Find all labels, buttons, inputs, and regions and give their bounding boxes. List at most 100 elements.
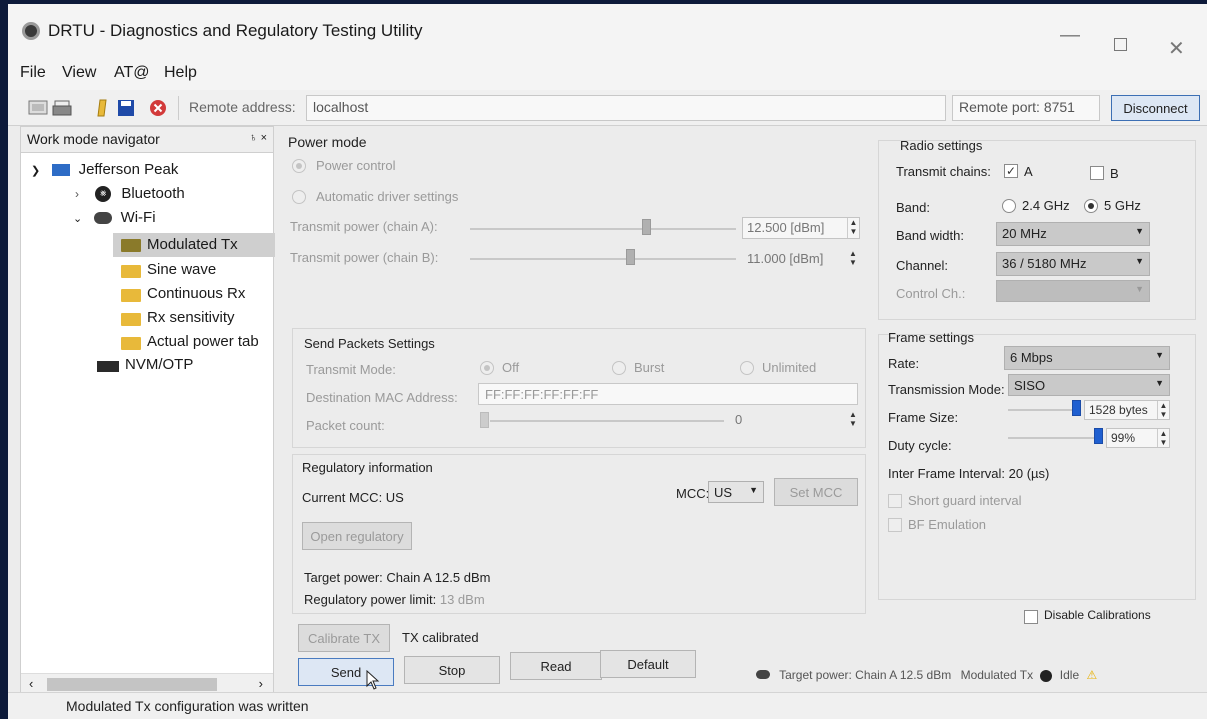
chain-b-checkbox[interactable] (1090, 166, 1104, 180)
maximize-button[interactable] (1114, 38, 1127, 51)
open-folder-icon[interactable] (92, 98, 112, 118)
print-icon[interactable] (52, 98, 72, 118)
chain-b-label: B (1110, 166, 1119, 181)
tree-item-continuous-rx[interactable]: Continuous Rx (147, 285, 245, 302)
band-24-radio[interactable] (1002, 199, 1016, 213)
mcc-select[interactable]: US ▼ (708, 481, 764, 503)
duty-cycle-slider-thumb[interactable] (1094, 428, 1103, 444)
tree-item-sine-wave[interactable]: Sine wave (147, 261, 216, 278)
chain-b-power-label: Transmit power (chain B): (290, 250, 439, 265)
chain-a-checkbox[interactable]: ✓ (1004, 164, 1018, 178)
minimize-button[interactable]: — (1060, 24, 1080, 47)
dest-mac-input[interactable]: FF:FF:FF:FF:FF:FF (478, 383, 858, 405)
band-5-radio[interactable] (1084, 199, 1098, 213)
stop-icon[interactable] (148, 98, 168, 118)
tree-item-actual-power-table[interactable]: Actual power tab (147, 333, 273, 350)
chain-a-power-spinbox[interactable]: 12.500 [dBm] ▲ ▼ (742, 217, 860, 239)
chain-b-slider-thumb[interactable] (626, 249, 635, 265)
default-button[interactable]: Default (600, 650, 696, 678)
save-icon[interactable] (116, 98, 136, 118)
frame-size-slider-thumb[interactable] (1072, 400, 1081, 416)
band-24-label: 2.4 GHz (1022, 198, 1070, 213)
chevron-right-icon[interactable]: › (75, 187, 79, 201)
chain-a-slider-thumb[interactable] (642, 219, 651, 235)
spin-arrows-icon[interactable]: ▲ ▼ (847, 410, 859, 430)
bandwidth-label: Band width: (896, 228, 964, 243)
transmission-mode-value: SISO (1014, 378, 1046, 393)
remote-port-label: Remote port: (959, 99, 1040, 115)
bf-emulation-checkbox[interactable] (888, 518, 902, 532)
frame-size-spinbox[interactable]: 1528 bytes ▲ ▼ (1084, 400, 1170, 420)
menu-at[interactable]: AT@ (114, 64, 150, 82)
chevron-down-icon: ▼ (1135, 226, 1144, 236)
chevron-down-icon[interactable]: ❯ (31, 165, 40, 177)
console-icon[interactable] (28, 98, 48, 118)
remote-port-field[interactable]: Remote port: 8751 (952, 95, 1100, 121)
mode-unlimited-radio[interactable] (740, 361, 754, 375)
bluetooth-icon (1040, 669, 1053, 682)
spin-arrows-icon[interactable]: ▲ ▼ (847, 218, 859, 238)
navigator-title: Work mode navigator (27, 131, 160, 147)
chevron-down-icon: ▼ (1135, 256, 1144, 266)
short-guard-checkbox[interactable] (888, 494, 902, 508)
mouse-cursor-icon (366, 669, 380, 693)
tree-item-bluetooth[interactable]: › ⨳ Bluetooth (75, 185, 185, 203)
disable-calibrations-checkbox[interactable] (1024, 610, 1038, 624)
status-mode: Modulated Tx (960, 668, 1034, 682)
chevron-down-icon[interactable]: ⌄ (73, 213, 82, 225)
scrollbar-thumb[interactable] (47, 678, 217, 691)
tree-item-modulated-tx[interactable]: Modulated Tx (113, 233, 275, 257)
packet-count-slider-thumb[interactable] (480, 412, 489, 428)
navigator-pin-close-icon[interactable]: ♄ × (249, 132, 267, 144)
packet-count-slider-track[interactable] (490, 420, 724, 422)
band-5-label: 5 GHz (1104, 198, 1141, 213)
navigator-header: Work mode navigator ♄ × (21, 127, 273, 153)
power-control-radio[interactable] (292, 159, 306, 173)
dest-mac-label: Destination MAC Address: (306, 390, 458, 405)
rate-select[interactable]: 6 Mbps ▼ (1004, 346, 1170, 370)
tree-item-wifi[interactable]: ⌄ Wi-Fi (73, 209, 156, 226)
stop-button[interactable]: Stop (404, 656, 500, 684)
tree-item-rx-sensitivity[interactable]: Rx sensitivity (147, 309, 235, 326)
calibrate-tx-button[interactable]: Calibrate TX (298, 624, 390, 652)
status-info: Target power: Chain A 12.5 dBm Modulated… (756, 668, 1097, 682)
transmit-chains-label: Transmit chains: (896, 164, 991, 179)
app-window: DRTU - Diagnostics and Regulatory Testin… (8, 4, 1207, 719)
spin-arrows-icon[interactable]: ▲ ▼ (847, 249, 859, 269)
channel-select[interactable]: 36 / 5180 MHz ▼ (996, 252, 1150, 276)
device-icon (52, 164, 71, 177)
tree-item-jefferson-peak[interactable]: ❯ Jefferson Peak (31, 161, 178, 178)
packet-count-spinbox[interactable]: 0 ▲ ▼ (730, 409, 860, 431)
menu-view[interactable]: View (62, 64, 96, 82)
close-button[interactable]: ✕ (1168, 36, 1185, 61)
mode-burst-radio[interactable] (612, 361, 626, 375)
frame-size-slider-track[interactable] (1008, 409, 1072, 411)
control-ch-select[interactable]: ▼ (996, 280, 1150, 302)
menu-file[interactable]: File (20, 64, 46, 82)
frame-size-value: 1528 bytes (1089, 403, 1148, 417)
chain-a-slider-track[interactable] (470, 228, 736, 230)
set-mcc-button[interactable]: Set MCC (774, 478, 858, 506)
transmission-mode-select[interactable]: SISO ▼ (1008, 374, 1170, 396)
scroll-left-icon[interactable]: ‹ (29, 676, 33, 691)
spin-arrows-icon[interactable]: ▲ ▼ (1157, 401, 1169, 419)
chain-b-power-spinbox[interactable]: 11.000 [dBm] ▲ ▼ (742, 248, 860, 270)
remote-address-input[interactable]: localhost (306, 95, 946, 121)
bandwidth-select[interactable]: 20 MHz ▼ (996, 222, 1150, 246)
spin-arrows-icon[interactable]: ▲ ▼ (1157, 429, 1169, 447)
wifi-icon (94, 212, 113, 225)
duty-cycle-slider-track[interactable] (1008, 437, 1094, 439)
mode-off-radio[interactable] (480, 361, 494, 375)
scroll-right-icon[interactable]: › (259, 676, 263, 691)
regulatory-title: Regulatory information (302, 460, 433, 475)
read-button[interactable]: Read (510, 652, 602, 680)
warning-icon: ⚠ (1086, 668, 1098, 682)
duty-cycle-value: 99% (1111, 431, 1136, 445)
chain-b-slider-track[interactable] (470, 258, 736, 260)
open-regulatory-button[interactable]: Open regulatory (302, 522, 412, 550)
duty-cycle-spinbox[interactable]: 99% ▲ ▼ (1106, 428, 1170, 448)
disconnect-button[interactable]: Disconnect (1111, 95, 1200, 121)
menu-help[interactable]: Help (164, 64, 197, 82)
automatic-driver-radio[interactable] (292, 190, 306, 204)
tree-item-nvm-otp[interactable]: NVM/OTP (125, 356, 193, 373)
